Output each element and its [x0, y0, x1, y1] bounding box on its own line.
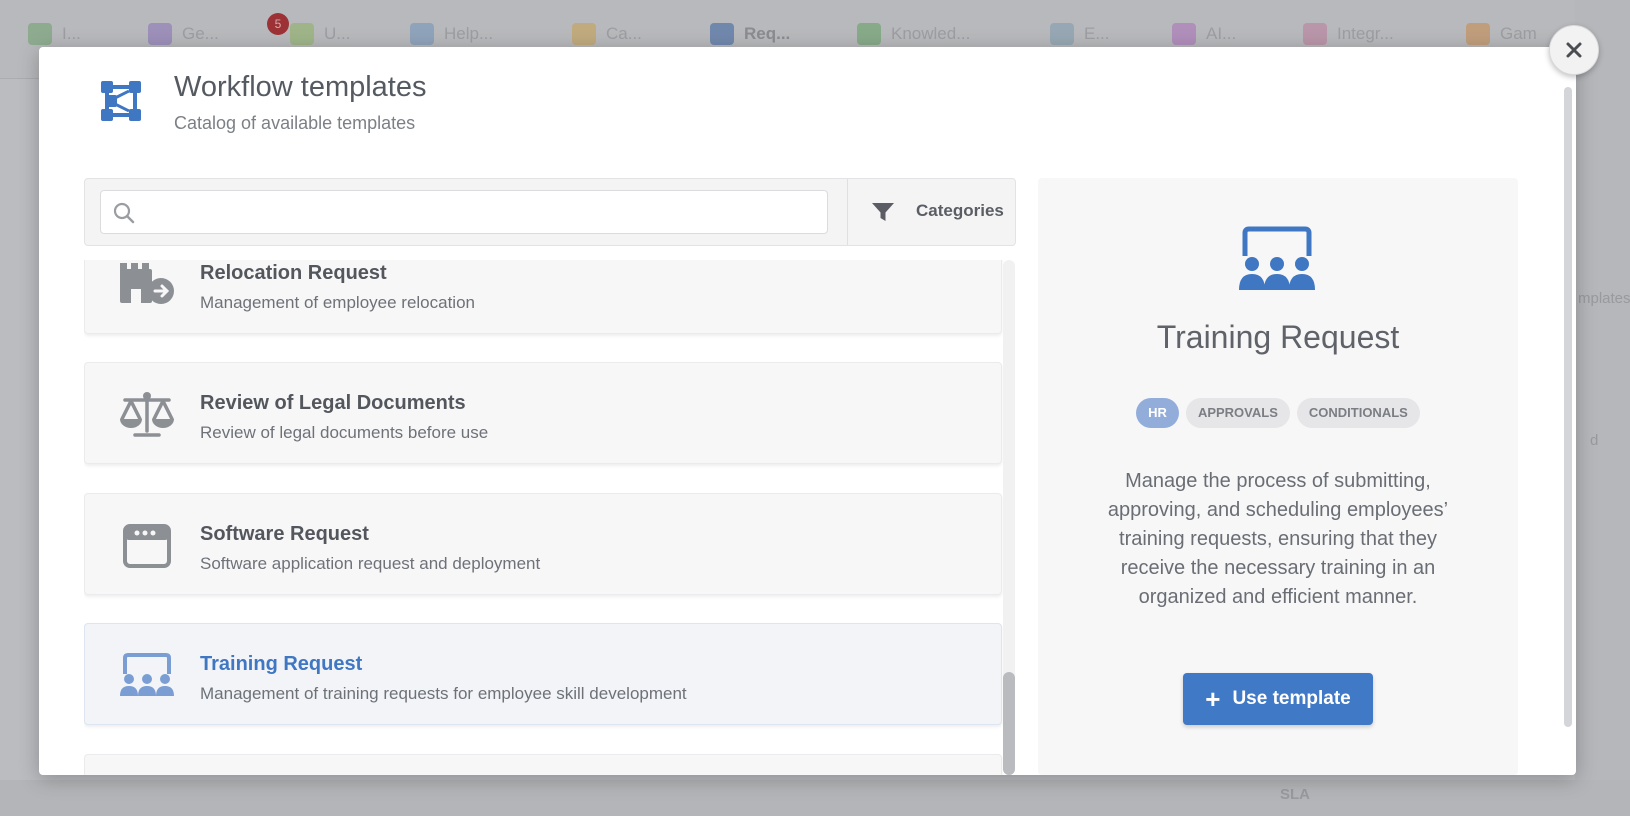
browser-window-icon [123, 524, 171, 568]
template-card-relocation[interactable]: Relocation Request Management of employe… [84, 260, 1002, 334]
plus-icon: + [1205, 684, 1221, 714]
workflow-icon [101, 81, 141, 121]
tag-list: HR APPROVALS CONDITIONALS [1038, 398, 1518, 428]
template-title: Training Request [200, 653, 363, 675]
filter-icon [872, 203, 894, 221]
scales-icon [120, 392, 174, 437]
relocation-icon [120, 263, 174, 304]
use-template-label: Use template [1232, 688, 1351, 709]
dialog-scrollbar[interactable] [1564, 87, 1572, 727]
categories-label: Categories [916, 201, 1004, 220]
list-scrollbar-thumb[interactable] [1003, 672, 1015, 775]
use-template-button[interactable]: + Use template [1183, 673, 1373, 725]
tag-conditionals[interactable]: CONDITIONALS [1296, 398, 1420, 428]
detail-title: Training Request [1156, 319, 1400, 355]
categories-filter-button[interactable]: Categories [848, 179, 1015, 245]
training-icon [120, 653, 174, 696]
template-detail-panel: Training Request HR APPROVALS CONDITIONA… [1038, 178, 1518, 775]
search-toolbar: Categories [84, 178, 1016, 246]
tag-hr[interactable]: HR [1136, 398, 1179, 428]
template-card-training-request[interactable]: Training Request Management of training … [84, 623, 1002, 725]
dialog-title: Workflow templates [174, 71, 427, 103]
dialog-subtitle: Catalog of available templates [174, 113, 416, 133]
template-title: Review of Legal Documents [200, 392, 466, 414]
search-field[interactable] [100, 190, 828, 235]
template-description: Management of training requests for empl… [200, 684, 687, 703]
template-description: Management of employee relocation [200, 293, 475, 312]
template-card-next[interactable] [84, 754, 1002, 775]
template-title: Software Request [200, 523, 369, 545]
close-icon [1566, 42, 1582, 58]
tag-approvals[interactable]: APPROVALS [1185, 398, 1290, 428]
training-icon [1239, 226, 1315, 290]
template-list: Relocation Request Management of employe… [84, 260, 1009, 775]
template-description: Review of legal documents before use [200, 423, 489, 442]
template-description: Software application request and deploym… [200, 554, 541, 573]
template-title: Relocation Request [200, 262, 387, 284]
workflow-templates-dialog: Workflow templates Catalog of available … [39, 47, 1576, 775]
search-icon [113, 202, 135, 224]
template-card-software-request[interactable]: Software Request Software application re… [84, 493, 1002, 595]
search-input[interactable] [145, 191, 819, 235]
template-card-legal-documents[interactable]: Review of Legal Documents Review of lega… [84, 362, 1002, 464]
close-button[interactable] [1549, 25, 1599, 75]
detail-description: Manage the process of submitting, approv… [1107, 470, 1449, 608]
